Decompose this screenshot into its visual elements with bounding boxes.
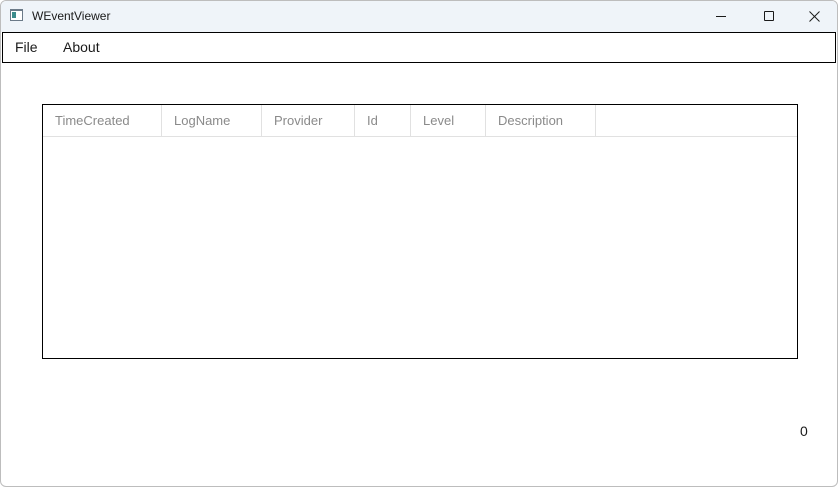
event-count: 0 bbox=[800, 423, 808, 439]
minimize-button[interactable] bbox=[698, 1, 744, 32]
column-header-description[interactable]: Description bbox=[486, 105, 596, 136]
column-label: Description bbox=[498, 113, 564, 128]
column-label: Level bbox=[423, 113, 455, 128]
column-label: TimeCreated bbox=[55, 113, 130, 128]
menu-bar: File About bbox=[2, 32, 836, 63]
column-label: Id bbox=[367, 113, 378, 128]
column-label: Provider bbox=[274, 113, 323, 128]
maximize-button[interactable] bbox=[745, 1, 791, 32]
app-window-icon bbox=[10, 9, 23, 21]
column-header-logname[interactable]: LogName bbox=[162, 105, 262, 136]
column-header-timecreated[interactable]: TimeCreated bbox=[43, 105, 162, 136]
column-header-provider[interactable]: Provider bbox=[262, 105, 355, 136]
column-label: LogName bbox=[174, 113, 231, 128]
close-button[interactable] bbox=[791, 1, 837, 32]
title-bar[interactable]: WEventViewer bbox=[1, 1, 837, 32]
column-header-id[interactable]: Id bbox=[355, 105, 411, 136]
menu-about[interactable]: About bbox=[63, 39, 100, 56]
maximize-icon bbox=[764, 11, 774, 21]
main-window: WEventViewer File About TimeCreated LogN… bbox=[0, 0, 838, 487]
table-header: TimeCreated LogName Provider Id Level De… bbox=[43, 105, 797, 137]
table-body[interactable] bbox=[43, 137, 797, 358]
window-title: WEventViewer bbox=[32, 9, 111, 23]
events-table[interactable]: TimeCreated LogName Provider Id Level De… bbox=[42, 104, 798, 359]
close-icon bbox=[809, 11, 820, 22]
column-header-level[interactable]: Level bbox=[411, 105, 486, 136]
menu-file[interactable]: File bbox=[15, 39, 38, 56]
minimize-icon bbox=[716, 16, 726, 17]
